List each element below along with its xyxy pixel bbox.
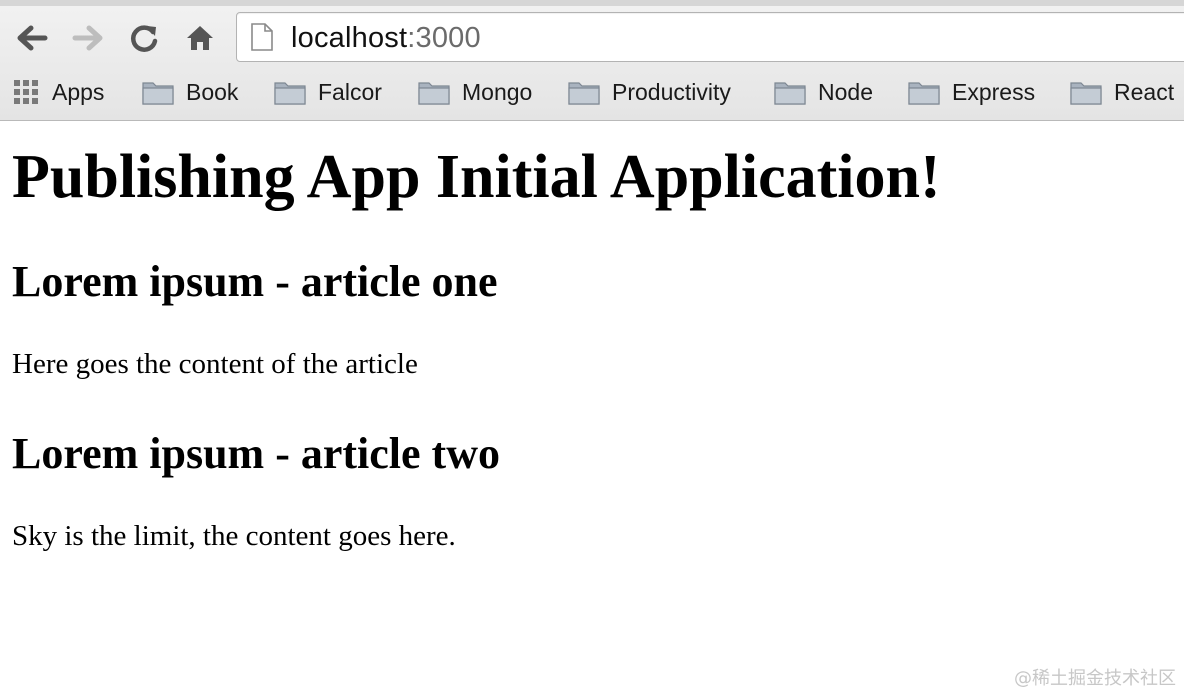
- article-two-content: Sky is the limit, the content goes here.: [12, 520, 456, 552]
- bookmark-node[interactable]: Node: [774, 72, 873, 112]
- url-host: localhost: [291, 22, 408, 54]
- folder-icon: [1070, 82, 1102, 105]
- back-arrow-icon[interactable]: [14, 20, 50, 56]
- bookmark-label: Falcor: [318, 78, 382, 105]
- url-port: :3000: [407, 22, 481, 54]
- article-one-content: Here goes the content of the article: [12, 348, 418, 380]
- home-icon[interactable]: [182, 20, 218, 56]
- page-icon: [251, 23, 273, 56]
- bookmark-apps[interactable]: Apps: [14, 72, 104, 112]
- watermark: @稀土掘金技术社区: [1014, 668, 1176, 689]
- folder-icon: [568, 82, 600, 105]
- browser-toolbar: localhost:3000 Apps Book Falcor Mongo Pr…: [0, 0, 1184, 121]
- bookmark-book[interactable]: Book: [142, 72, 238, 112]
- bookmark-label: Apps: [52, 78, 105, 105]
- folder-icon: [908, 82, 940, 105]
- bookmark-mongo[interactable]: Mongo: [418, 72, 532, 112]
- bookmark-label: React: [1114, 78, 1175, 105]
- forward-arrow-icon[interactable]: [70, 20, 106, 56]
- apps-grid-icon: [14, 80, 38, 104]
- tab-strip-edge: [0, 0, 1184, 6]
- bookmark-falcor[interactable]: Falcor: [274, 72, 382, 112]
- folder-icon: [418, 82, 450, 105]
- bookmark-express[interactable]: Express: [908, 72, 1035, 112]
- bookmark-label: Book: [186, 78, 239, 105]
- url-text: localhost:3000: [291, 22, 481, 55]
- bookmark-label: Node: [818, 78, 873, 105]
- article-two-title: Lorem ipsum - article two: [12, 429, 500, 478]
- article-one-title: Lorem ipsum - article one: [12, 257, 498, 306]
- folder-icon: [142, 82, 174, 105]
- bookmark-react[interactable]: React: [1070, 72, 1174, 112]
- bookmark-label: Express: [952, 78, 1036, 105]
- bookmarks-bar: Apps Book Falcor Mongo Productivity Node…: [0, 72, 1184, 112]
- bookmark-label: Productivity: [612, 78, 731, 105]
- folder-icon: [774, 82, 806, 105]
- page-title: Publishing App Initial Application!: [12, 143, 941, 211]
- bookmark-label: Mongo: [462, 78, 533, 105]
- reload-icon[interactable]: [126, 20, 162, 56]
- address-bar[interactable]: localhost:3000: [236, 12, 1184, 62]
- bookmark-productivity[interactable]: Productivity: [568, 72, 731, 112]
- folder-icon: [274, 82, 306, 105]
